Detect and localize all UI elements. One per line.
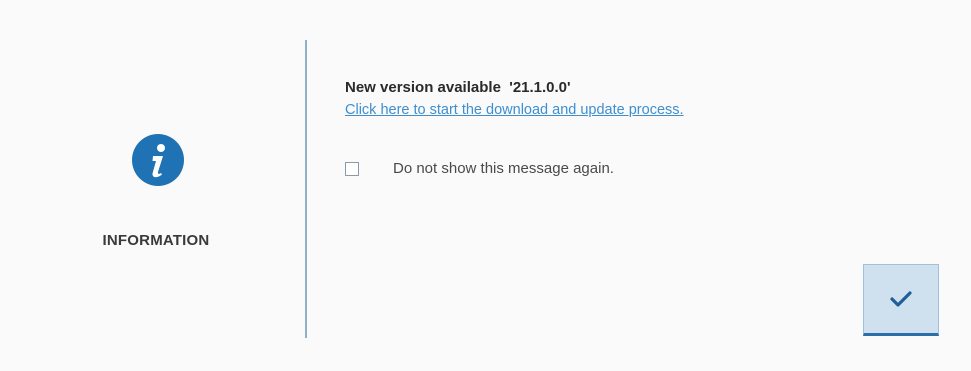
dont-show-again-option[interactable]: Do not show this message again.	[345, 160, 614, 177]
dont-show-again-checkbox[interactable]	[345, 161, 359, 176]
dialog-type-label: INFORMATION	[102, 232, 210, 249]
dialog-type-panel: INFORMATION	[0, 0, 306, 371]
version-message: New version available '21.1.0.0'	[345, 79, 571, 96]
info-icon	[132, 134, 184, 186]
update-link[interactable]: Click here to start the download and upd…	[345, 101, 684, 119]
message-area: New version available '21.1.0.0' Click h…	[345, 78, 951, 119]
checkmark-icon	[890, 291, 912, 307]
update-dialog: INFORMATION New version available '21.1.…	[0, 0, 971, 371]
confirm-button[interactable]	[863, 264, 939, 336]
vertical-divider	[305, 40, 307, 338]
dont-show-again-label[interactable]: Do not show this message again.	[393, 160, 614, 177]
